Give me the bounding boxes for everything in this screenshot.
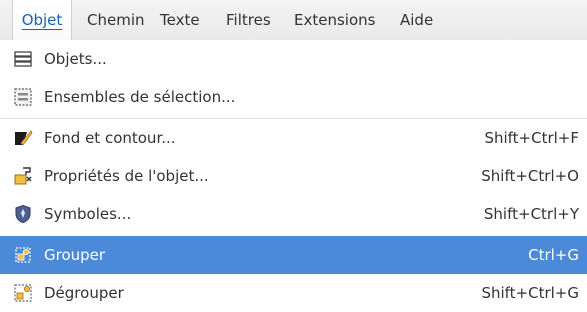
selection-sets-icon bbox=[14, 88, 32, 106]
menu-item-label: Fond et contour... bbox=[44, 129, 176, 147]
menu-item-symboles[interactable]: Symboles... Shift+Ctrl+Y bbox=[0, 195, 587, 233]
menu-item-label: Symboles... bbox=[44, 205, 132, 223]
object-properties-icon bbox=[14, 167, 32, 185]
menu-item-proprietes-objet[interactable]: Propriétés de l'objet... Shift+Ctrl+O bbox=[0, 157, 587, 195]
menu-filtres[interactable]: Filtres bbox=[226, 0, 271, 40]
objects-icon bbox=[14, 51, 32, 67]
group-icon bbox=[15, 247, 31, 263]
menu-item-shortcut: Shift+Ctrl+F bbox=[484, 129, 579, 147]
ungroup-icon bbox=[14, 284, 32, 302]
menu-item-degrouper[interactable]: Dégrouper Shift+Ctrl+G bbox=[0, 274, 587, 312]
menu-item-label: Grouper bbox=[44, 246, 106, 264]
menu-item-objets[interactable]: Objets... bbox=[0, 40, 587, 78]
symbols-icon bbox=[15, 204, 31, 224]
menu-item-shortcut: Shift+Ctrl+G bbox=[481, 284, 579, 302]
menu-item-label: Propriétés de l'objet... bbox=[44, 167, 209, 185]
menu-item-ensembles-selection[interactable]: Ensembles de sélection... bbox=[0, 78, 587, 116]
menu-item-shortcut: Shift+Ctrl+O bbox=[481, 167, 579, 185]
fill-stroke-icon bbox=[15, 130, 33, 146]
menu-item-label: Dégrouper bbox=[44, 284, 124, 302]
menu-chemin[interactable]: Chemin bbox=[87, 0, 145, 40]
menu-item-label: Objets... bbox=[44, 50, 107, 68]
menu-item-fond-contour[interactable]: Fond et contour... Shift+Ctrl+F bbox=[0, 119, 587, 157]
menu-texte[interactable]: Texte bbox=[160, 0, 200, 40]
menu-objet[interactable]: Objet bbox=[12, 0, 72, 40]
menu-item-label: Ensembles de sélection... bbox=[44, 88, 236, 106]
menu-item-grouper[interactable]: Grouper Ctrl+G bbox=[0, 236, 587, 274]
menu-aide[interactable]: Aide bbox=[400, 0, 433, 40]
menu-bar: Objet Chemin Texte Filtres Extensions Ai… bbox=[0, 0, 587, 41]
menu-item-shortcut: Shift+Ctrl+Y bbox=[483, 205, 579, 223]
objet-dropdown-menu: Objets... Ensembles de sélection... Fond… bbox=[0, 40, 587, 307]
menu-item-shortcut: Ctrl+G bbox=[528, 246, 579, 264]
menu-extensions[interactable]: Extensions bbox=[294, 0, 375, 40]
